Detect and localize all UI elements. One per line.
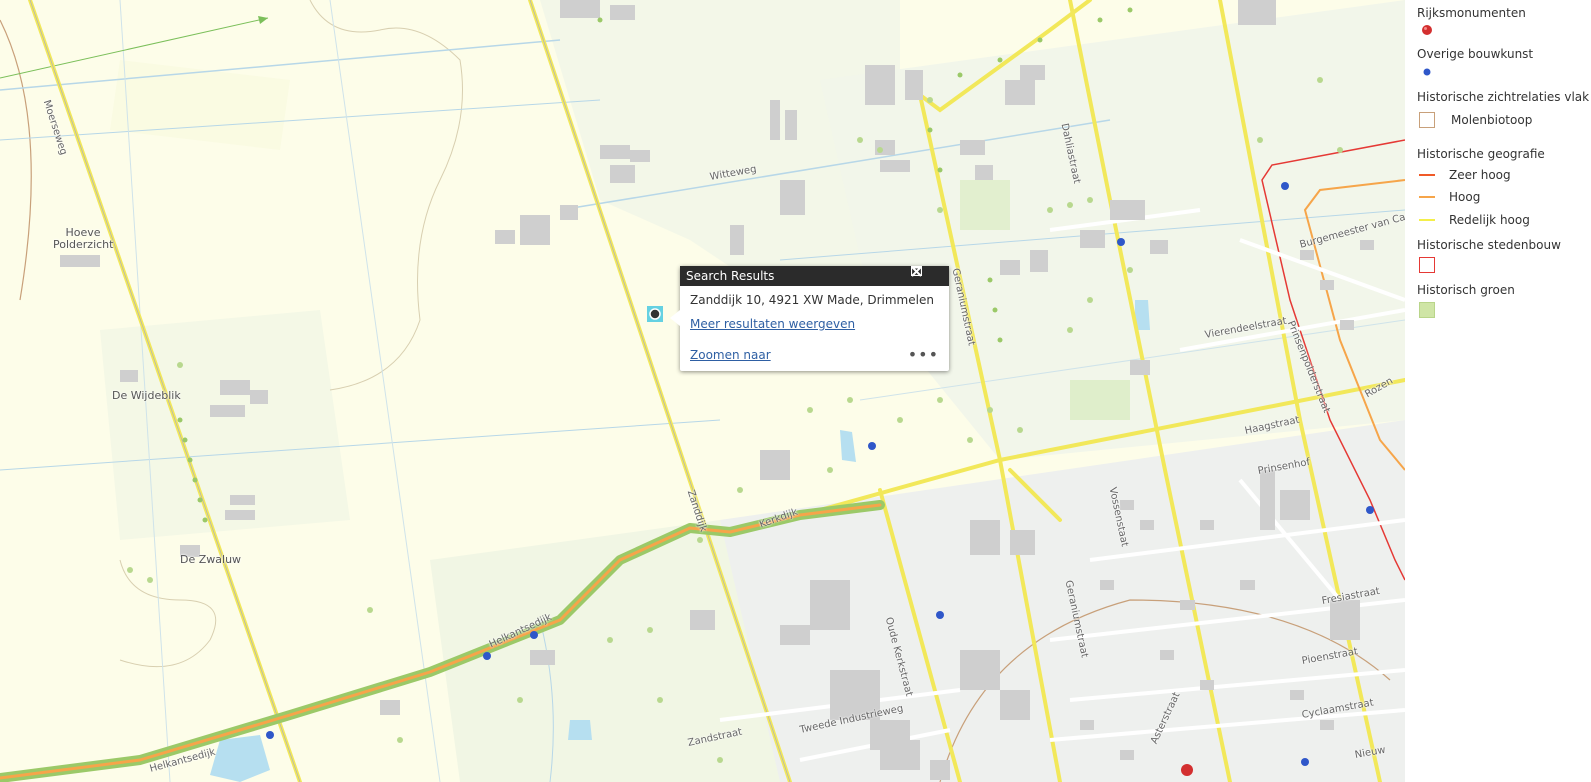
blue-dot-icon (1423, 68, 1431, 76)
search-results-popup: Search Results Zanddijk 10, 4921 XW Made… (670, 266, 949, 371)
red-dot-icon (1421, 24, 1433, 36)
popup-title: Search Results (686, 269, 775, 283)
legend-item: Redelijk hoog (1419, 213, 1530, 227)
legend-panel: Rijksmonumenten Overige bouwkunst Histor… (1405, 0, 1591, 782)
legend-group-title: Historische zichtrelaties vlak (1417, 90, 1590, 104)
place-label-de-zwaluw: De Zwaluw (180, 553, 242, 566)
map-view[interactable]: Hoeve Polderzicht De Wijdeblik De Zwaluw… (0, 0, 1405, 782)
popup-pointer (670, 310, 680, 326)
legend-group-title: Rijksmonumenten (1417, 6, 1526, 20)
more-results-link[interactable]: Meer resultaten weergeven (690, 317, 939, 331)
fill-symbol-icon (1419, 302, 1435, 318)
zoom-to-link[interactable]: Zoomen naar (690, 348, 771, 362)
box-symbol-icon (1419, 257, 1435, 273)
legend-item: Molenbiotoop (1419, 112, 1532, 128)
line-symbol-icon (1419, 196, 1435, 198)
legend-group-title: Overige bouwkunst (1417, 47, 1534, 61)
line-symbol-icon (1419, 174, 1435, 176)
place-label-de-wijdeblik: De Wijdeblik (112, 389, 181, 402)
legend-item: Zeer hoog (1419, 168, 1511, 182)
legend-group-title: Historische stedenbouw (1417, 238, 1561, 252)
place-label-hoeve-polderzicht: Hoeve Polderzicht (53, 226, 114, 251)
result-address: Zanddijk 10, 4921 XW Made, Drimmelen (690, 293, 934, 307)
popup-header: Search Results (680, 266, 949, 286)
close-icon[interactable] (911, 266, 945, 286)
legend-group-title: Historisch groen (1417, 283, 1515, 297)
ellipsis-icon[interactable]: ••• (908, 347, 939, 363)
legend-item: Hoog (1419, 190, 1480, 204)
line-symbol-icon (1419, 219, 1435, 221)
legend-group-title: Historische geografie (1417, 147, 1545, 161)
box-symbol-icon (1419, 112, 1435, 128)
map-canvas[interactable] (0, 0, 1405, 782)
